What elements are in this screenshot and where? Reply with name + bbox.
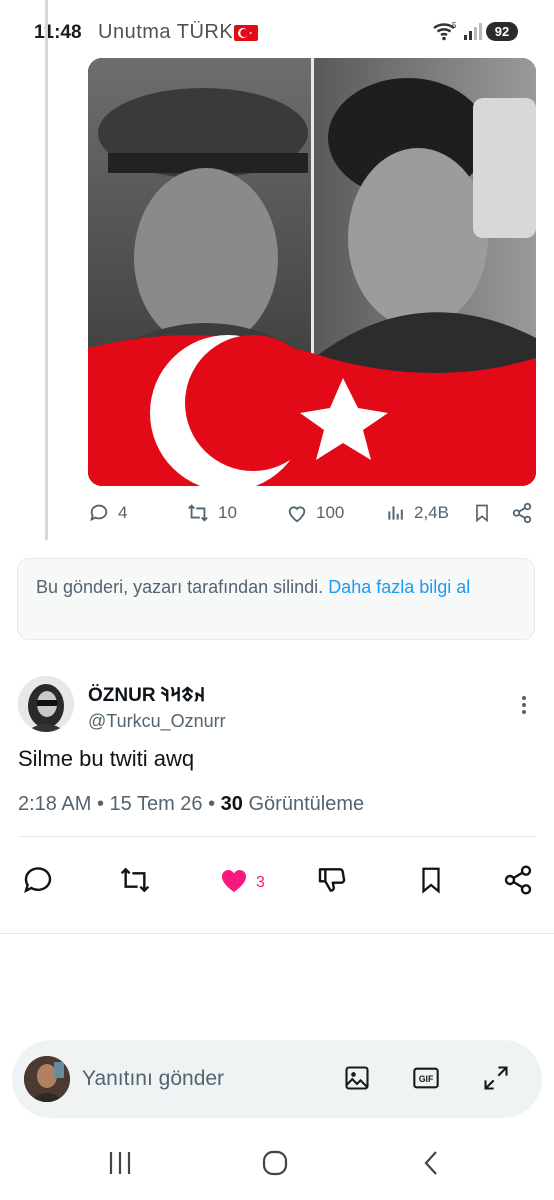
status-bar: 11:48 Unutma TÜRK 5 92: [0, 0, 554, 52]
tweet-time: 2:18 AM: [18, 793, 92, 815]
views-count: 2,4B: [414, 503, 449, 522]
divider: [18, 836, 536, 837]
reply-icon[interactable]: [22, 864, 54, 901]
divider: [0, 933, 554, 934]
post-image[interactable]: [88, 58, 536, 486]
deleted-notice: Bu gönderi, yazarı tarafından silindi. D…: [17, 558, 535, 640]
heart-icon: [288, 506, 306, 523]
share-button[interactable]: [511, 502, 533, 524]
deleted-notice-text: Bu gönderi, yazarı tarafından silindi.: [36, 577, 324, 597]
turkish-flag-icon: [234, 25, 258, 41]
like-count: 100: [316, 503, 345, 522]
reply-count: 4: [118, 503, 128, 522]
heart-icon[interactable]: [218, 864, 250, 901]
reply-input[interactable]: Yanıtını gönder: [82, 1067, 224, 1091]
my-avatar[interactable]: [24, 1056, 70, 1102]
display-name[interactable]: ÖZNUR 𐰴𐱃𐰺𐰚: [88, 681, 205, 707]
user-handle[interactable]: @Turkcu_Oznurr: [88, 711, 226, 732]
analytics-icon: [388, 506, 403, 520]
avatar[interactable]: [18, 676, 74, 732]
tweet-text: Silme bu twiti awq: [18, 746, 195, 771]
repost-icon: [188, 504, 208, 522]
views-button[interactable]: 2,4B: [386, 502, 449, 524]
share-icon[interactable]: [502, 864, 534, 901]
thread-line: [45, 0, 48, 540]
recent-apps-icon[interactable]: [106, 1148, 134, 1183]
more-options-icon[interactable]: [516, 694, 532, 718]
views-number: 30: [220, 793, 243, 815]
tweet-date: 15 Tem 26: [109, 793, 203, 815]
wifi-icon: 5: [432, 21, 458, 46]
home-icon[interactable]: [261, 1148, 289, 1183]
bookmark-button[interactable]: [472, 502, 492, 524]
bookmark-icon: [476, 504, 488, 523]
dislike-icon[interactable]: [316, 864, 348, 901]
window-title: Unutma TÜRK: [98, 21, 234, 43]
reply-button[interactable]: 4: [88, 502, 127, 524]
learn-more-link[interactable]: Daha fazla bilgi al: [328, 577, 470, 597]
gif-icon[interactable]: GIF: [412, 1064, 440, 1097]
expand-icon[interactable]: [481, 1064, 511, 1097]
repost-button[interactable]: 10: [186, 502, 237, 524]
back-icon[interactable]: [418, 1148, 446, 1183]
svg-text:5: 5: [452, 21, 457, 30]
bookmark-icon[interactable]: [416, 864, 446, 901]
svg-text:GIF: GIF: [419, 1074, 434, 1084]
clock: 11:48: [34, 22, 82, 43]
reply-icon: [90, 504, 108, 522]
like-count: 3: [256, 874, 265, 891]
share-icon: [512, 502, 532, 524]
repost-icon[interactable]: [118, 864, 152, 901]
repost-count: 10: [218, 503, 237, 522]
views-label[interactable]: Görüntüleme: [248, 793, 364, 815]
image-icon[interactable]: [343, 1064, 371, 1097]
like-button[interactable]: 100: [286, 502, 344, 524]
battery-indicator: 92: [486, 22, 518, 41]
signal-icon: [463, 22, 483, 45]
tweet-meta: 2:18 AM • 15 Tem 26 • 30 Görüntüleme: [18, 793, 365, 815]
